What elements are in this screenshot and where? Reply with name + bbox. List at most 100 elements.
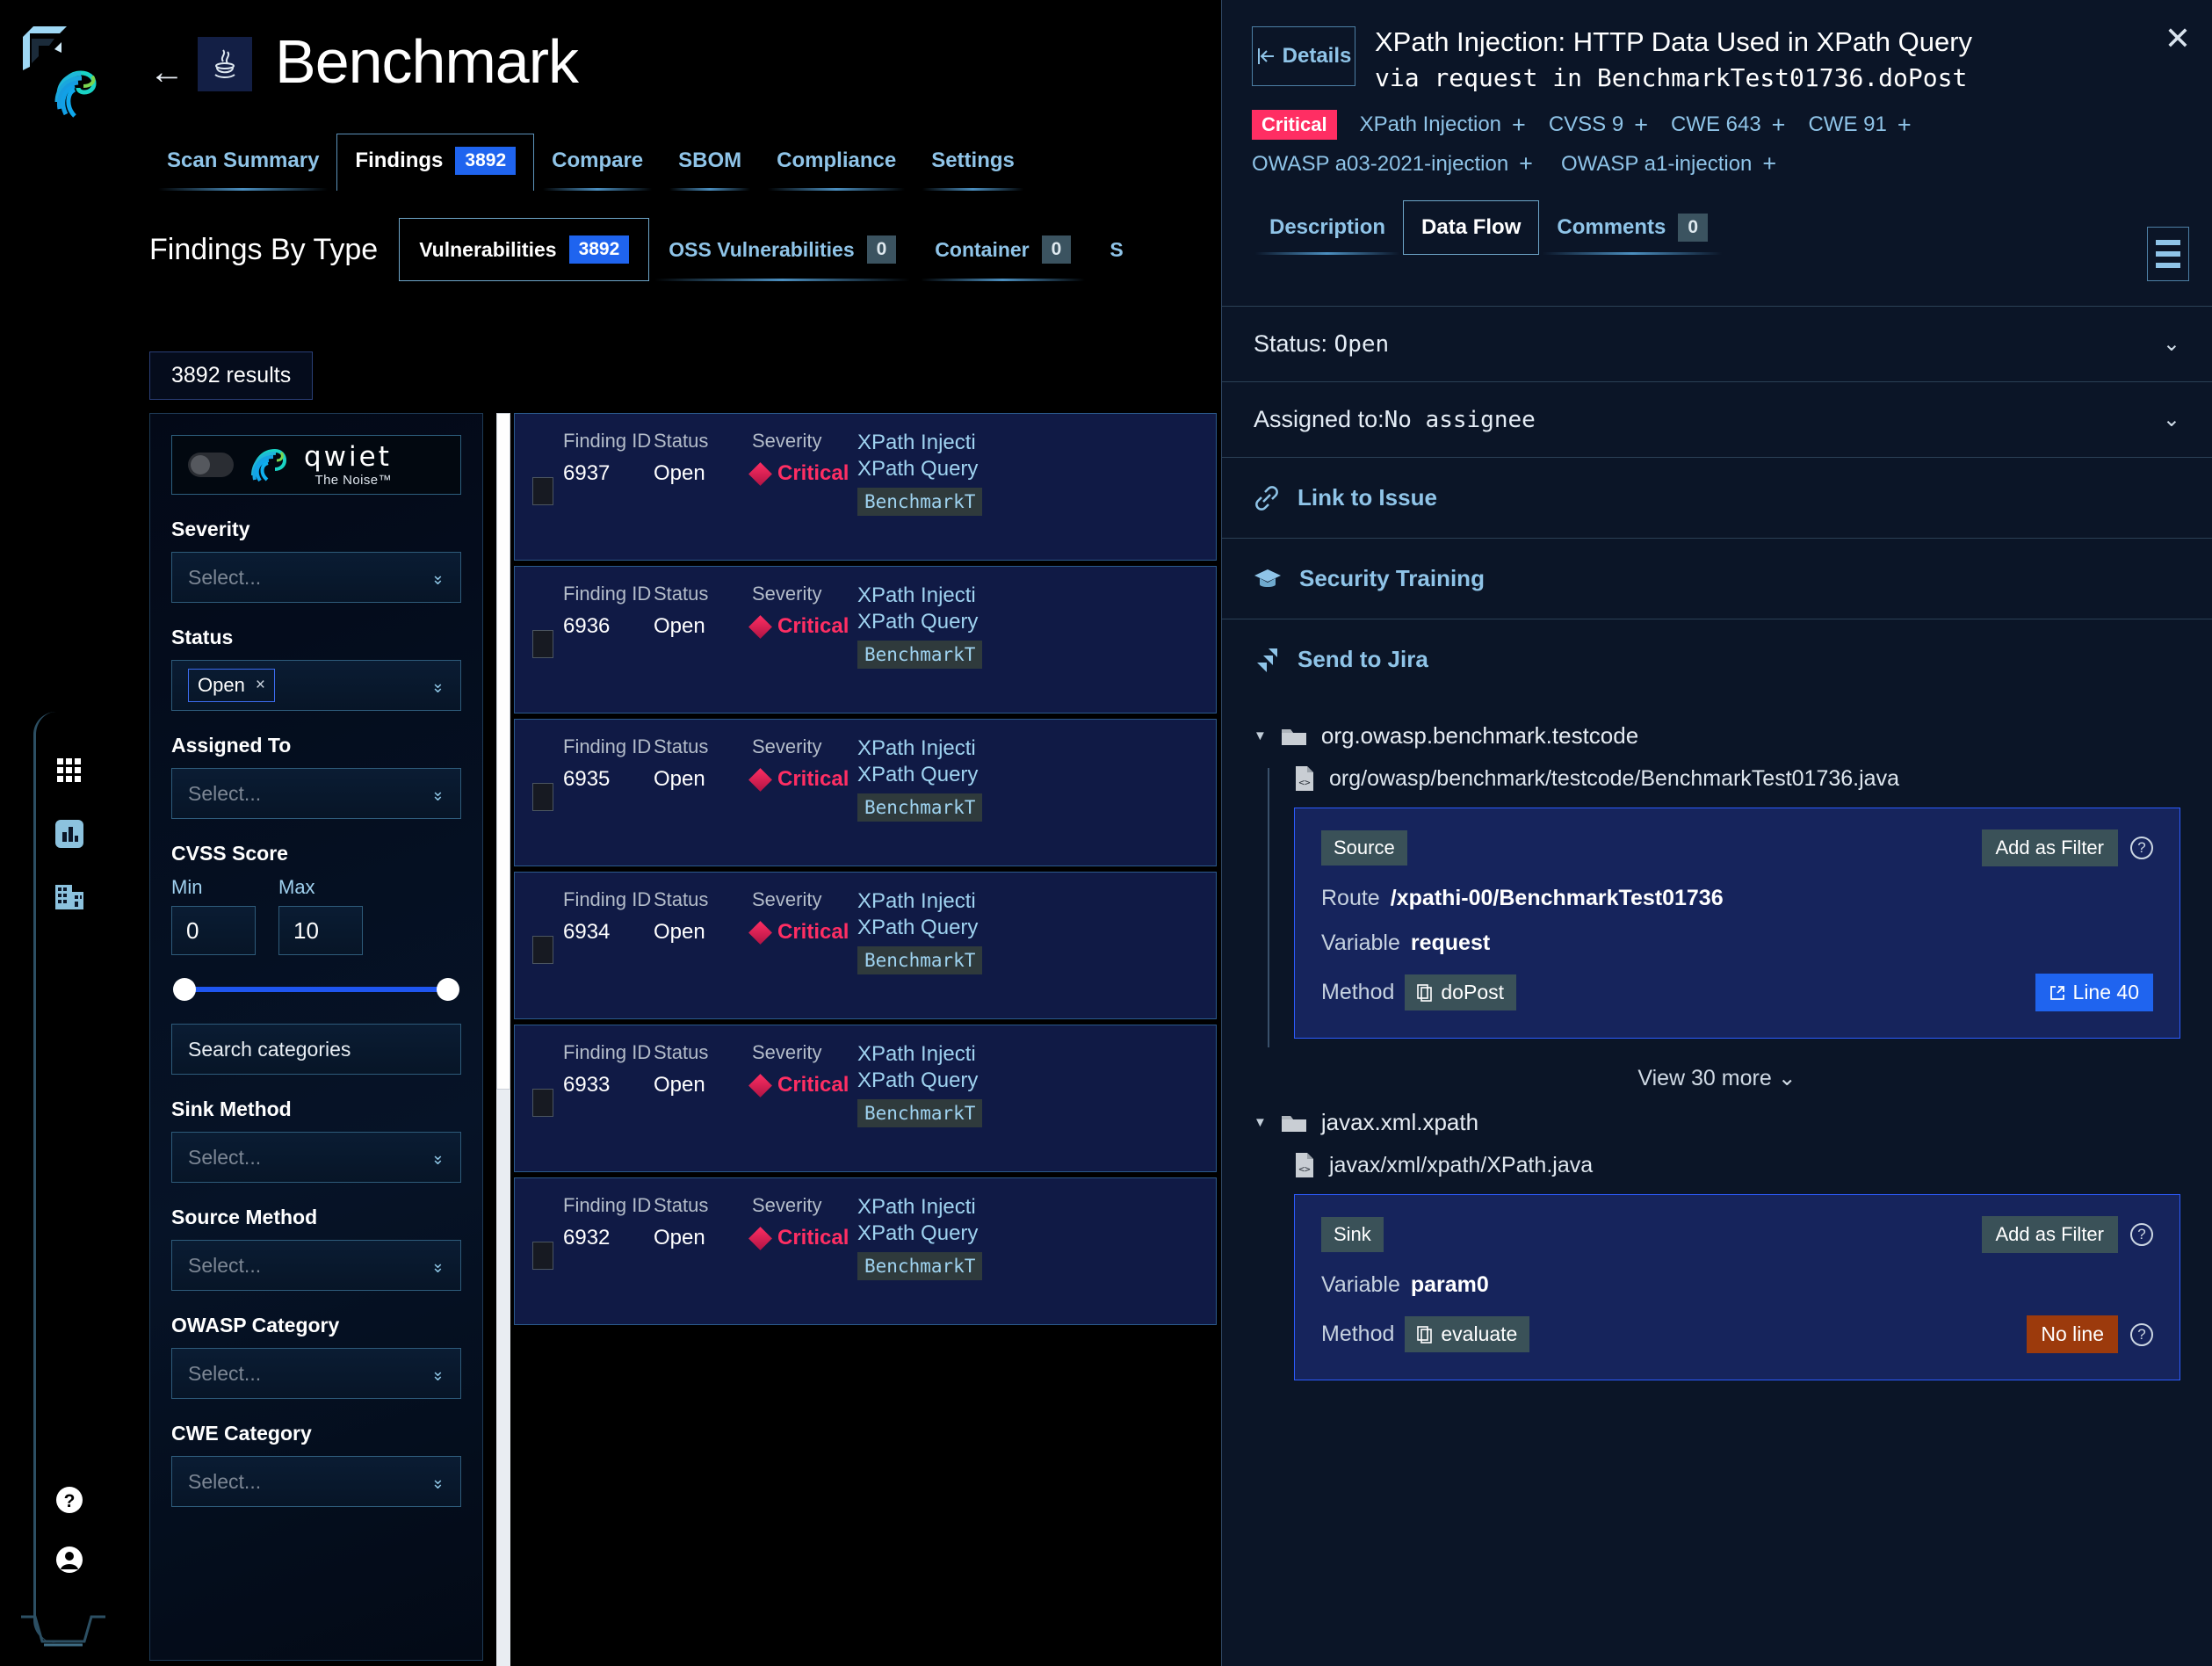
sink-method-select[interactable]: Select... ⌄ ⌄ — [171, 1132, 461, 1183]
nav-tab-compliance[interactable]: Compliance — [759, 134, 914, 191]
cvss-range-slider[interactable] — [173, 978, 459, 1001]
table-row[interactable]: Finding ID 6937 Status Open Severity Cri… — [514, 413, 1217, 561]
tab-secrets-truncated[interactable]: S — [1090, 218, 1142, 281]
tab-count: 0 — [1041, 235, 1072, 264]
row-checkbox[interactable] — [532, 1242, 553, 1270]
assignee-row[interactable]: Assigned to:No assignee ⌄ — [1222, 381, 2212, 457]
owasp-category-select[interactable]: Select... ⌄ ⌄ — [171, 1348, 461, 1399]
plus-icon[interactable]: + — [1634, 112, 1648, 139]
nav-tab-findings[interactable]: Findings 3892 — [336, 134, 535, 191]
method-chip[interactable]: doPost — [1405, 974, 1516, 1011]
chevron-down-icon[interactable]: ⌄ — [2163, 331, 2180, 357]
sink-tag: Sink — [1321, 1217, 1384, 1253]
plus-icon[interactable]: + — [1762, 150, 1776, 177]
qwiet-brand-name: qwiet — [304, 440, 392, 473]
source-method-select[interactable]: Select... ⌄ ⌄ — [171, 1240, 461, 1291]
help-circle-icon[interactable]: ? — [54, 1485, 84, 1515]
row-checkbox[interactable] — [532, 783, 553, 811]
plus-icon[interactable]: + — [1519, 150, 1533, 177]
folder-icon — [1281, 728, 1306, 745]
column-header-severity: Severity — [752, 888, 822, 910]
table-row[interactable]: Finding ID 6932 Status Open Severity Cri… — [514, 1177, 1217, 1325]
close-icon[interactable]: ✕ — [2165, 23, 2191, 54]
tree-package-node-sink[interactable]: ▼ javax.xml.xpath — [1254, 1109, 2180, 1136]
findings-scrollbar[interactable] — [496, 413, 510, 1666]
method-chip[interactable]: evaluate — [1405, 1316, 1530, 1353]
scrollbar-thumb[interactable] — [496, 413, 510, 1090]
badge-owasp-a03[interactable]: OWASP a03-2021-injection + — [1252, 150, 1533, 177]
badge-cwe-91[interactable]: CWE 91 + — [1808, 112, 1911, 139]
chevron-down-icon[interactable]: ⌄ — [2163, 407, 2180, 432]
tab-vulnerabilities[interactable]: Vulnerabilities 3892 — [399, 218, 650, 281]
send-to-jira-action[interactable]: Send to Jira — [1222, 619, 2212, 699]
noise-toggle[interactable] — [188, 453, 234, 477]
severity-filter-select[interactable]: Select... ⌄ ⌄ — [171, 552, 461, 603]
status-filter-select[interactable]: Open × ⌄ ⌄ — [171, 660, 461, 711]
tab-data-flow[interactable]: Data Flow — [1403, 200, 1540, 256]
badge-cwe-643[interactable]: CWE 643 + — [1671, 112, 1785, 139]
user-profile-icon[interactable] — [54, 1545, 84, 1575]
tab-oss-vulnerabilities[interactable]: OSS Vulnerabilities 0 — [649, 218, 915, 281]
caret-down-icon[interactable]: ▼ — [1254, 1115, 1267, 1130]
add-as-filter-button[interactable]: Add as Filter — [1981, 829, 2118, 867]
tab-container[interactable]: Container 0 — [915, 218, 1090, 281]
row-checkbox[interactable] — [532, 630, 553, 658]
caret-down-icon[interactable]: ▼ — [1254, 728, 1267, 743]
help-icon[interactable]: ? — [2130, 1223, 2153, 1247]
back-arrow-icon[interactable]: ← — [149, 54, 184, 90]
badge-cvss[interactable]: CVSS 9 + — [1549, 112, 1648, 139]
nav-tab-settings[interactable]: Settings — [914, 134, 1032, 191]
analytics-chart-icon[interactable] — [54, 819, 84, 849]
link-to-issue-action[interactable]: Link to Issue — [1222, 457, 2212, 538]
finding-title-line2: XPath Query — [857, 916, 979, 939]
plus-icon[interactable]: + — [1512, 112, 1526, 139]
remove-status-icon[interactable]: × — [256, 676, 265, 695]
organization-building-icon[interactable] — [54, 882, 84, 912]
row-checkbox[interactable] — [532, 936, 553, 964]
badge-owasp-a1[interactable]: OWASP a1-injection + — [1561, 150, 1776, 177]
plus-icon[interactable]: + — [1772, 112, 1786, 139]
tree-file-node-sink[interactable]: <> javax/xml/xpath/XPath.java — [1294, 1152, 2180, 1178]
status-row[interactable]: Status: Open ⌄ — [1222, 306, 2212, 381]
tree-file-node-source[interactable]: <> org/owasp/benchmark/testcode/Benchmar… — [1294, 765, 2180, 792]
cvss-max-input[interactable]: 10 — [278, 906, 363, 955]
owasp-category-label: OWASP Category — [171, 1314, 340, 1336]
details-back-button[interactable]: Details — [1252, 26, 1355, 86]
table-row[interactable]: Finding ID 6936 Status Open Severity Cri… — [514, 566, 1217, 713]
finding-badges-row1: Critical XPath Injection + CVSS 9 + CWE … — [1222, 94, 2212, 141]
table-row[interactable]: Finding ID 6934 Status Open Severity Cri… — [514, 872, 1217, 1019]
line-number-badge[interactable]: Line 40 — [2035, 974, 2153, 1012]
apps-grid-icon[interactable] — [54, 756, 84, 786]
tab-description[interactable]: Description — [1252, 200, 1403, 256]
nav-tab-scan-summary[interactable]: Scan Summary — [149, 134, 336, 191]
status-selected-pill[interactable]: Open × — [188, 669, 275, 702]
slider-knob-max[interactable] — [437, 978, 459, 1001]
security-training-action[interactable]: Security Training — [1222, 538, 2212, 619]
cwe-category-select[interactable]: Select... ⌄ ⌄ — [171, 1456, 461, 1507]
badge-xpath-injection[interactable]: XPath Injection + — [1360, 112, 1526, 139]
row-checkbox[interactable] — [532, 477, 553, 505]
nav-tab-sbom[interactable]: SBOM — [661, 134, 759, 191]
table-row[interactable]: Finding ID 6935 Status Open Severity Cri… — [514, 719, 1217, 866]
source-method-placeholder: Select... — [188, 1253, 262, 1277]
add-as-filter-button[interactable]: Add as Filter — [1981, 1216, 2118, 1254]
qwiet-logo[interactable] — [14, 12, 102, 118]
nav-tab-compare[interactable]: Compare — [534, 134, 661, 191]
nav-tab-label: Findings — [355, 148, 444, 172]
table-row[interactable]: Finding ID 6933 Status Open Severity Cri… — [514, 1025, 1217, 1172]
search-categories-input[interactable]: Search categories — [171, 1024, 461, 1075]
cvss-min-input[interactable]: 0 — [171, 906, 256, 955]
nav-tab-label: Compare — [552, 148, 644, 172]
row-checkbox[interactable] — [532, 1089, 553, 1117]
panel-menu-icon[interactable] — [2147, 227, 2189, 281]
tab-comments[interactable]: Comments 0 — [1539, 200, 1725, 256]
assigned-to-filter-select[interactable]: Select... ⌄ ⌄ — [171, 768, 461, 819]
badge-label: CWE 643 — [1670, 112, 1761, 137]
slider-knob-min[interactable] — [173, 978, 196, 1001]
help-icon[interactable]: ? — [2130, 1322, 2153, 1346]
finding-detail-panel: Details XPath Injection: HTTP Data Used … — [1221, 0, 2212, 1666]
help-icon[interactable]: ? — [2130, 837, 2153, 860]
view-more-button[interactable]: View 30 more ⌄ — [1254, 1039, 2180, 1109]
plus-icon[interactable]: + — [1898, 112, 1912, 139]
tree-package-node-source[interactable]: ▼ org.owasp.benchmark.testcode — [1254, 722, 2180, 750]
